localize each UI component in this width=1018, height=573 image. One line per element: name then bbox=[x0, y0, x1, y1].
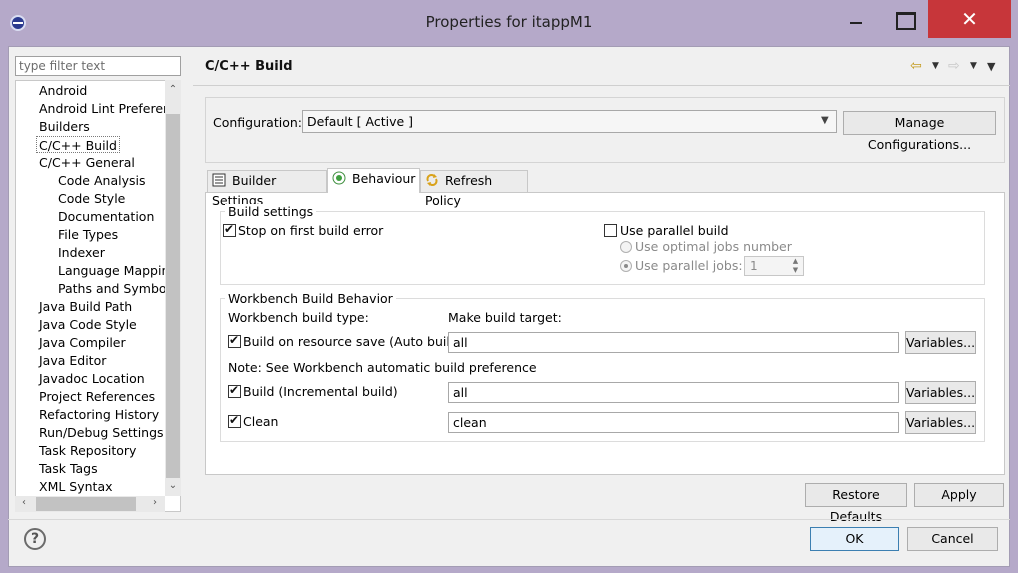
apply-button[interactable]: Apply bbox=[914, 483, 1004, 507]
back-arrow-icon[interactable]: ⇦ bbox=[910, 58, 922, 74]
incremental-build-target-input[interactable] bbox=[448, 382, 899, 403]
parallel-jobs-radio[interactable] bbox=[620, 260, 632, 272]
workbench-build-title: Workbench Build Behavior bbox=[225, 291, 396, 306]
clean-variables-button[interactable]: Variables... bbox=[905, 411, 976, 434]
tab-label: Behaviour bbox=[352, 171, 416, 186]
scroll-up-icon[interactable]: ⌃ bbox=[166, 84, 180, 95]
clean-target-input[interactable] bbox=[448, 412, 899, 433]
stop-on-error-label: Stop on first build error bbox=[238, 223, 384, 238]
scroll-down-icon[interactable]: ⌄ bbox=[166, 480, 180, 491]
parallel-build-label: Use parallel build bbox=[620, 223, 729, 238]
vertical-scroll-thumb[interactable] bbox=[166, 114, 180, 478]
auto-build-variables-button[interactable]: Variables... bbox=[905, 331, 976, 354]
incremental-build-checkbox[interactable] bbox=[228, 383, 241, 398]
forward-dropdown-icon[interactable]: ▼ bbox=[970, 61, 977, 71]
close-button[interactable]: ✕ bbox=[928, 0, 1011, 38]
incremental-build-label: Build (Incremental build) bbox=[243, 384, 398, 399]
spinner-up-icon[interactable]: ▲ bbox=[788, 257, 803, 266]
minimize-button[interactable] bbox=[835, 0, 875, 38]
tree-item[interactable]: Code Style bbox=[58, 190, 125, 207]
list-icon bbox=[212, 173, 226, 187]
scroll-left-icon[interactable]: ‹ bbox=[17, 497, 31, 508]
configuration-select[interactable]: Default [ Active ] bbox=[302, 110, 837, 133]
radio-icon bbox=[332, 171, 346, 185]
incremental-variables-button[interactable]: Variables... bbox=[905, 381, 976, 404]
tree-item[interactable]: Task Tags bbox=[39, 460, 98, 477]
tab-refresh-policy[interactable]: Refresh Policy bbox=[420, 170, 528, 208]
tree-item[interactable]: Run/Debug Settings bbox=[39, 424, 164, 441]
tree-item[interactable]: Java Compiler bbox=[39, 334, 126, 351]
footer-divider bbox=[8, 519, 1010, 520]
optimal-jobs-label: Use optimal jobs number bbox=[635, 239, 792, 254]
manage-configurations-button[interactable]: Manage Configurations... bbox=[843, 111, 996, 152]
view-menu-icon[interactable]: ▼ bbox=[987, 60, 995, 73]
auto-build-checkbox[interactable] bbox=[228, 333, 241, 348]
refresh-icon bbox=[426, 174, 438, 186]
tree-item[interactable]: Project References bbox=[39, 388, 155, 405]
spinner-down-icon[interactable]: ▼ bbox=[788, 266, 803, 275]
forward-arrow-icon[interactable]: ⇨ bbox=[948, 58, 960, 74]
tree-item[interactable]: Javadoc Location bbox=[39, 370, 145, 387]
stop-on-error-checkbox[interactable] bbox=[223, 222, 236, 237]
tree-item[interactable]: Java Build Path bbox=[39, 298, 132, 315]
build-target-label: Make build target: bbox=[448, 310, 562, 325]
tree-item[interactable]: Indexer bbox=[58, 244, 105, 261]
tree-item[interactable]: Paths and Symbols bbox=[58, 280, 177, 297]
build-type-label: Workbench build type: bbox=[228, 310, 369, 325]
tree-item[interactable]: Java Code Style bbox=[39, 316, 137, 333]
tree-item-selected[interactable]: C/C++ Build bbox=[36, 136, 120, 153]
page-title: C/C++ Build bbox=[205, 59, 293, 74]
auto-build-target-input[interactable] bbox=[448, 332, 899, 353]
tree-item[interactable]: Task Repository bbox=[39, 442, 136, 459]
workbench-note: Note: See Workbench automatic build pref… bbox=[228, 360, 537, 375]
tree-item[interactable]: C/C++ General bbox=[39, 154, 135, 171]
tree-item[interactable]: Builders bbox=[39, 118, 90, 135]
tree-item[interactable]: Android bbox=[39, 82, 87, 99]
ok-button[interactable]: OK bbox=[810, 527, 899, 551]
tree-item[interactable]: Code Analysis bbox=[58, 172, 145, 189]
parallel-jobs-label: Use parallel jobs: bbox=[635, 258, 743, 273]
clean-checkbox[interactable] bbox=[228, 413, 241, 428]
back-dropdown-icon[interactable]: ▼ bbox=[932, 61, 939, 71]
tree-item[interactable]: Android Lint Preferenc bbox=[39, 100, 178, 117]
header-divider bbox=[193, 85, 1010, 86]
build-settings-title: Build settings bbox=[225, 204, 317, 219]
restore-defaults-button[interactable]: Restore Defaults bbox=[805, 483, 907, 524]
tree-item[interactable]: File Types bbox=[58, 226, 118, 243]
configuration-label: Configuration: bbox=[213, 115, 302, 130]
tree-item[interactable]: Language Mappin bbox=[58, 262, 169, 279]
tab-builder-settings[interactable]: Builder Settings bbox=[207, 170, 327, 208]
tree-item[interactable]: XML Syntax bbox=[39, 478, 113, 495]
tree-item[interactable]: Java Editor bbox=[39, 352, 106, 369]
scroll-right-icon[interactable]: › bbox=[148, 497, 162, 508]
tab-behaviour[interactable]: Behaviour bbox=[327, 168, 420, 193]
filter-input[interactable] bbox=[15, 56, 181, 76]
cancel-button[interactable]: Cancel bbox=[907, 527, 998, 551]
chevron-down-icon[interactable]: ▼ bbox=[821, 115, 829, 126]
tree-item[interactable]: Documentation bbox=[58, 208, 154, 225]
horizontal-scroll-thumb[interactable] bbox=[36, 497, 136, 511]
property-page-tree: Android Android Lint Preferenc Builders … bbox=[15, 80, 181, 512]
parallel-build-checkbox[interactable] bbox=[604, 224, 617, 237]
tree-item[interactable]: Refactoring History bbox=[39, 406, 159, 423]
clean-label: Clean bbox=[243, 414, 279, 429]
optimal-jobs-radio[interactable] bbox=[620, 241, 632, 253]
maximize-button[interactable] bbox=[884, 0, 924, 38]
help-icon[interactable]: ? bbox=[24, 528, 46, 550]
auto-build-label: Build on resource save (Auto build) bbox=[243, 334, 463, 349]
